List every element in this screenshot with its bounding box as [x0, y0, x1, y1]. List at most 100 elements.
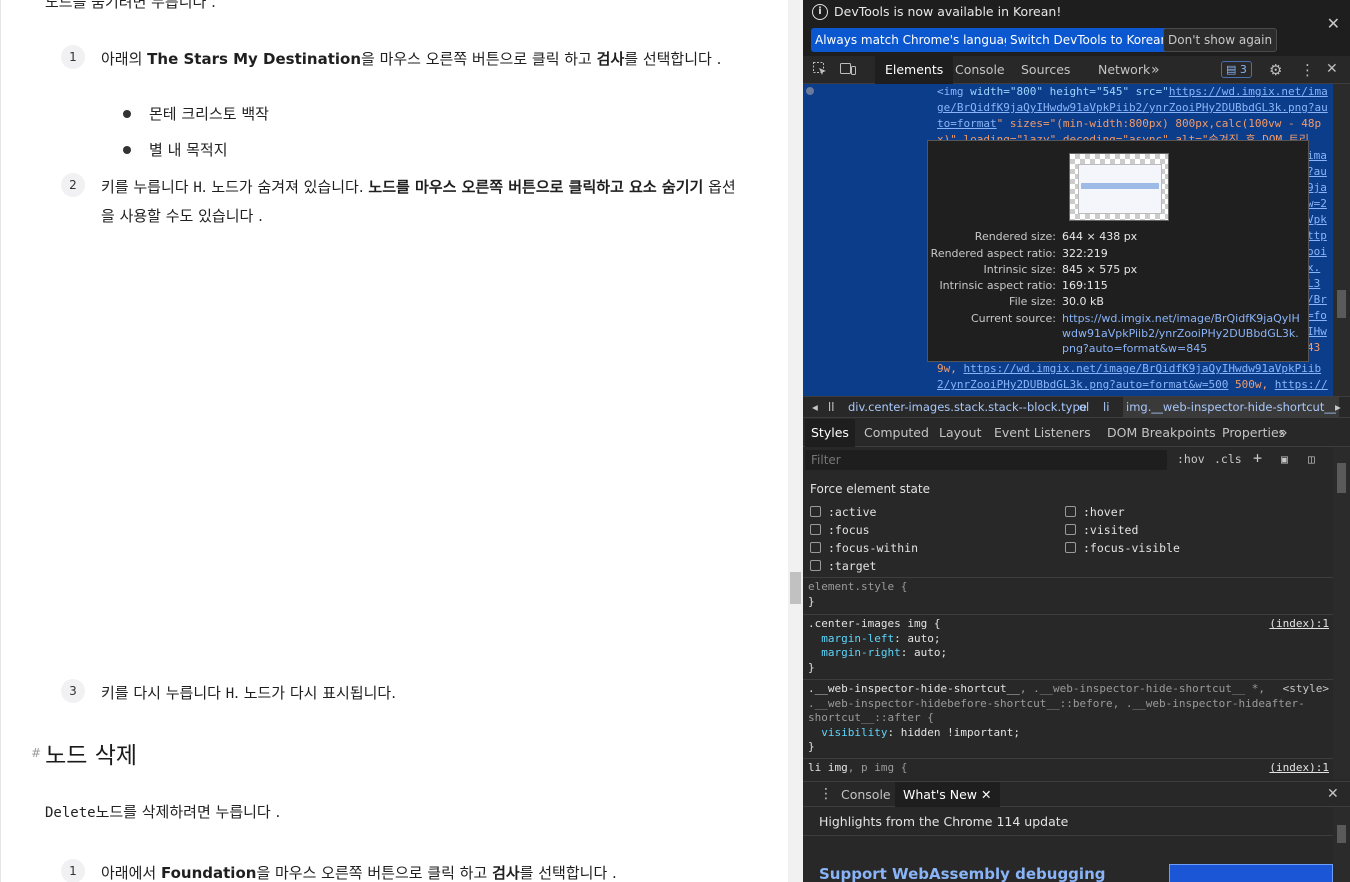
gear-icon[interactable]: ⚙ — [1269, 61, 1282, 79]
list-item-text: 키를 다시 누릅니다 H. 노드가 다시 표시됩니다. — [101, 684, 396, 702]
breadcrumb-item[interactable]: div.center-images.stack.stack--block.typ… — [848, 397, 1087, 417]
tab-styles[interactable]: Styles — [805, 419, 855, 447]
close-icon[interactable]: ✕ — [1327, 14, 1340, 33]
language-infobar: i DevTools is now available in Korean! ✕… — [803, 0, 1350, 56]
rule-source-link[interactable]: (index):1 — [1269, 761, 1329, 774]
styles-scrollbar-thumb[interactable] — [1337, 463, 1346, 493]
list-number: 1 — [61, 45, 85, 69]
list-item-text: 키를 누릅니다 H. 노드가 숨겨져 있습니다. 노드를 마우스 오른쪽 버튼으… — [101, 178, 736, 225]
article-page: 노드를 숨기려면 누릅니다 . 1 아래의 The Stars My Desti… — [0, 0, 788, 882]
toggle-hov-button[interactable]: :hov — [1177, 452, 1205, 466]
node-marker-dot — [806, 87, 814, 95]
force-state-active-checkbox[interactable]: :active — [810, 505, 876, 519]
force-state-focus-checkbox[interactable]: :focus — [810, 523, 870, 537]
list-item-text: 아래에서 Foundation을 마우스 오른쪽 버튼으로 클릭 하고 검사를 … — [101, 864, 617, 882]
paint-brush-icon[interactable]: ▣ — [1281, 452, 1288, 466]
drawer-scrollbar-thumb[interactable] — [1337, 825, 1346, 843]
force-state-focus-within-checkbox[interactable]: :focus-within — [810, 541, 918, 555]
more-tabs-chevron-icon[interactable]: » — [1141, 56, 1170, 84]
tab-elements[interactable]: Elements — [875, 56, 954, 84]
force-state-focus-visible-checkbox[interactable]: :focus-visible — [1065, 541, 1180, 555]
new-style-rule-icon[interactable]: + — [1253, 449, 1262, 467]
dont-show-again-button[interactable]: Don't show again — [1163, 28, 1278, 52]
breadcrumb-scroll-right-icon[interactable]: ▸ — [1335, 397, 1341, 417]
devtools-panel: i DevTools is now available in Korean! ✕… — [803, 0, 1350, 882]
styles-pane: Force element state :active :focus :focu… — [803, 473, 1333, 779]
styles-filter-input[interactable] — [805, 450, 1167, 470]
style-rule-hide-shortcut[interactable]: .__web-inspector-hide-shortcut__, .__web… — [808, 682, 1305, 755]
list-bullet: 몬테 크리스토 백작 — [123, 104, 269, 124]
drawer-tab-whats-new[interactable]: What's New ✕ — [895, 782, 1000, 807]
infobar-message: DevTools is now available in Korean! — [834, 4, 1062, 19]
dom-line: <img width="800" height="545" src="https… — [937, 85, 1328, 98]
drawer-scrollbar[interactable] — [1333, 807, 1350, 882]
sidebar-toggle-icon[interactable]: ◫ — [1308, 452, 1315, 466]
current-source-url: https://wd.imgix.net/image/BrQidfK9jaQyI… — [1062, 312, 1300, 355]
close-tab-icon[interactable]: ✕ — [981, 787, 991, 802]
dom-line-fragment: 9ja — [1307, 181, 1327, 194]
device-toolbar-icon[interactable] — [839, 61, 857, 81]
divider — [803, 679, 1333, 680]
close-drawer-icon[interactable]: ✕ — [1319, 782, 1347, 807]
whats-new-card-title[interactable]: Support WebAssembly debugging — [819, 865, 1105, 882]
drawer-tab-console[interactable]: Console — [833, 782, 899, 807]
tab-console[interactable]: Console — [945, 56, 1015, 84]
dom-scrollbar[interactable] — [1333, 84, 1350, 396]
key-h: H — [225, 686, 235, 702]
styles-filter-bar: :hov .cls + ▣ ◫ — [803, 447, 1333, 473]
link-foundation: Foundation — [160, 864, 257, 882]
always-match-language-button[interactable]: Always match Chrome's language — [811, 28, 1023, 52]
breadcrumb-item[interactable]: ll — [828, 397, 834, 417]
list-bullet: 별 내 목적지 — [123, 140, 228, 160]
key-h: H — [193, 180, 202, 196]
issues-counter[interactable]: ▤ 3 — [1221, 61, 1252, 78]
list-number: 1 — [61, 859, 85, 882]
switch-to-korean-button[interactable]: Switch DevTools to Korean — [1006, 28, 1173, 52]
tooltip-row: File size: 30.0 kB — [1009, 295, 1104, 308]
dom-line-fragment: w=2 — [1307, 197, 1327, 210]
close-devtools-icon[interactable]: ✕ — [1326, 61, 1338, 77]
dom-line: ge/BrQidfK9jaQyIHwdw91aVpkPiib2/ynrZooiP… — [937, 101, 1328, 114]
image-preview-tooltip: Rendered size: 644 × 438 px Rendered aspe… — [927, 140, 1309, 362]
thumbnail-screenshot — [1078, 164, 1162, 214]
tooltip-row: Intrinsic size: 845 × 575 px — [983, 263, 1138, 276]
inspect-element-icon[interactable] — [812, 61, 828, 81]
divider — [803, 835, 1333, 836]
drawer-tabs: ⋮ Console What's New ✕ ✕ — [803, 781, 1350, 807]
tooltip-row: Intrinsic aspect ratio: 169:115 — [939, 279, 1108, 292]
page-scrollbar[interactable] — [788, 0, 803, 882]
breadcrumb-scroll-left-icon[interactable]: ◂ — [812, 397, 818, 417]
rule-source-style-tag[interactable]: <style> — [1283, 682, 1329, 695]
tooltip-row: Rendered size: 644 × 438 px — [974, 230, 1138, 243]
list-item-text: 아래의 The Stars My Destination을 마우스 오른쪽 버튼… — [101, 50, 722, 68]
dom-line-fragment: Vpk — [1307, 213, 1327, 226]
whats-new-panel: Highlights from the Chrome 114 update Su… — [803, 807, 1333, 882]
style-rule-center-images[interactable]: .center-images img { margin-left: auto; … — [808, 617, 947, 675]
style-rule-li-img[interactable]: li img, p img { — [808, 761, 907, 776]
dom-line: 2/ynrZooiPHy2DUBbdGL3k.png?auto=format&w… — [937, 378, 1328, 391]
force-state-hover-checkbox[interactable]: :hover — [1065, 505, 1125, 519]
force-state-visited-checkbox[interactable]: :visited — [1065, 523, 1138, 537]
page-scrollbar-thumb[interactable] — [790, 572, 801, 604]
dom-line-fragment: ima — [1307, 149, 1327, 162]
whats-new-card-image — [1169, 864, 1333, 882]
style-rule-element-style[interactable]: element.style {} — [808, 580, 907, 609]
breadcrumb-item[interactable]: li — [1103, 397, 1109, 417]
kebab-menu-icon[interactable]: ⋮ — [1300, 61, 1315, 79]
toggle-cls-button[interactable]: .cls — [1214, 452, 1242, 466]
paragraph-cut-top: 노드를 숨기려면 누릅니다 . — [45, 0, 216, 11]
tab-computed[interactable]: Computed — [858, 419, 935, 447]
tab-layout[interactable]: Layout — [933, 419, 988, 447]
heading-anchor-link[interactable]: # — [31, 746, 41, 760]
styles-scrollbar[interactable] — [1333, 447, 1350, 779]
key-delete: Delete — [45, 805, 96, 821]
rule-source-link[interactable]: (index):1 — [1269, 617, 1329, 630]
dom-scrollbar-thumb[interactable] — [1337, 290, 1346, 318]
force-state-target-checkbox[interactable]: :target — [810, 559, 876, 573]
tab-sources[interactable]: Sources — [1011, 56, 1080, 84]
breadcrumb-item[interactable]: ol — [1079, 397, 1089, 417]
breadcrumb-item-selected[interactable]: img.__web-inspector-hide-shortcut__ — [1123, 397, 1339, 417]
tab-event-listeners[interactable]: Event Listeners — [988, 419, 1097, 447]
tab-dom-breakpoints[interactable]: DOM Breakpoints — [1101, 419, 1222, 447]
more-subtabs-chevron-icon[interactable]: » — [1273, 419, 1294, 447]
